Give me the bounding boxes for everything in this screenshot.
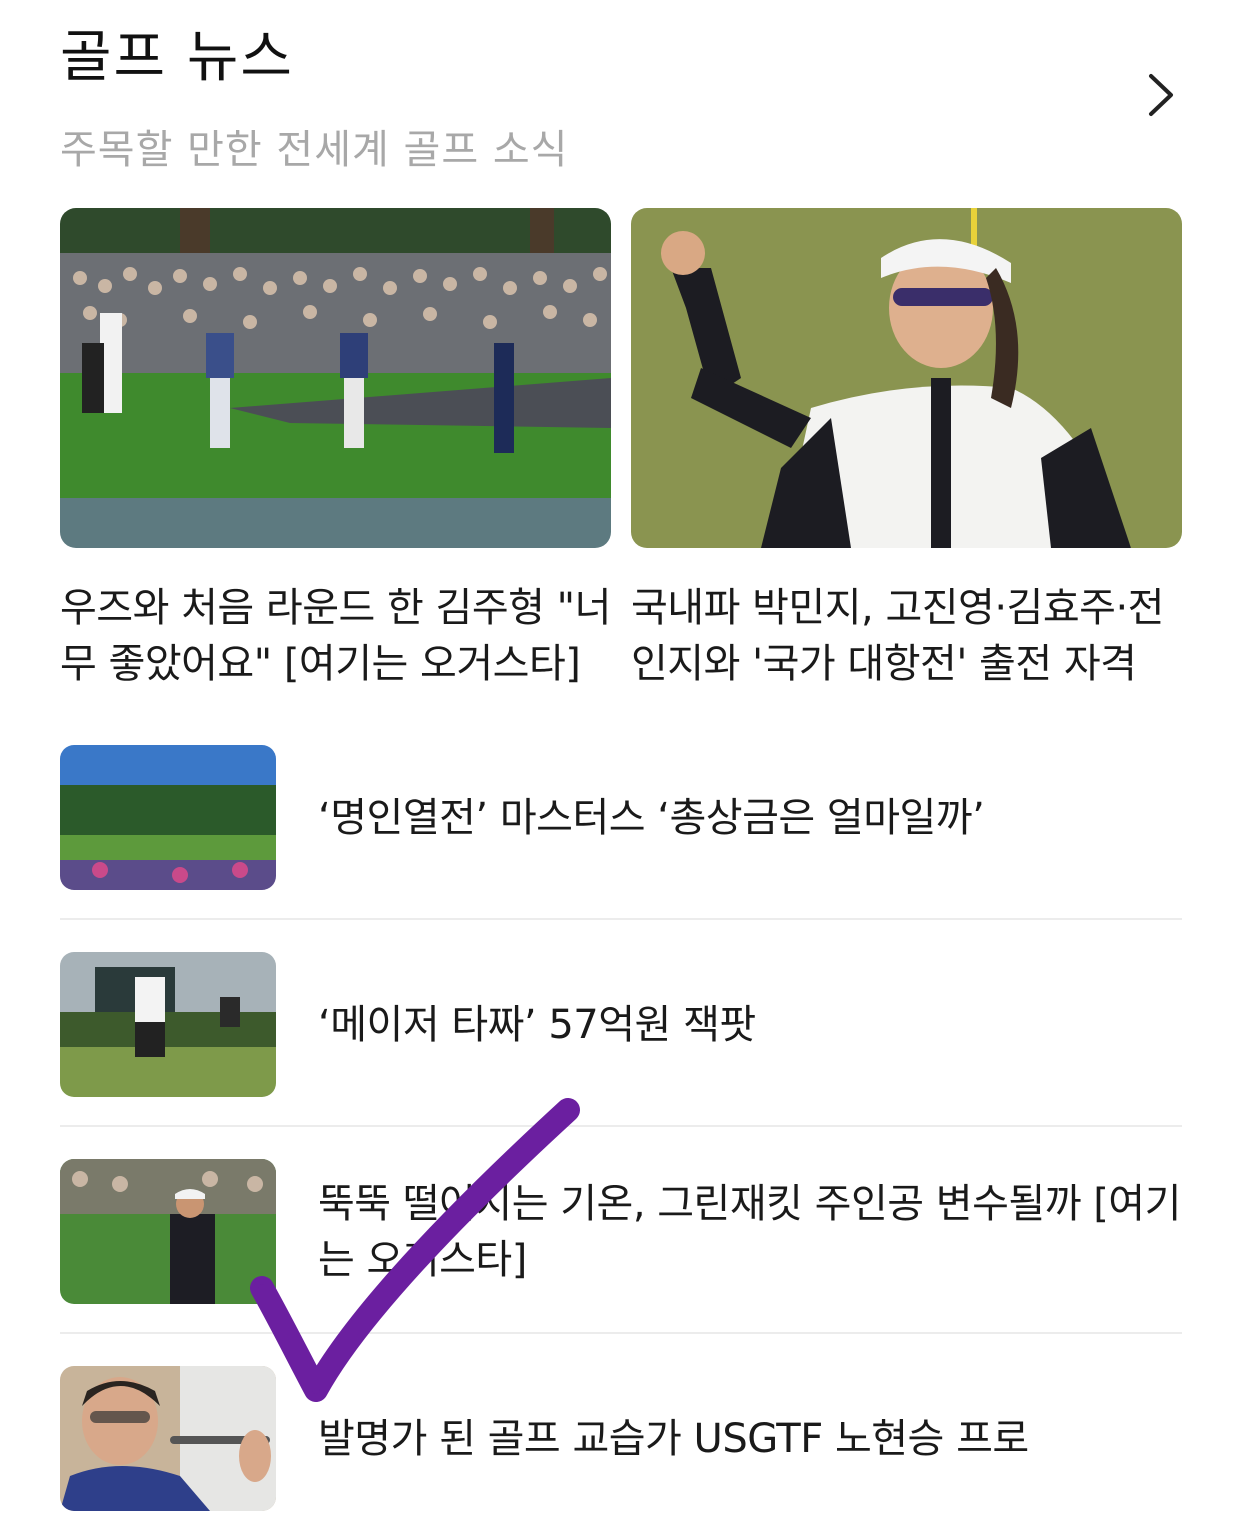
list-item[interactable]: 뚝뚝 떨어지는 기온, 그린재킷 주인공 변수될까 [여기는 오거스타] <box>60 1159 1182 1304</box>
divider <box>60 1332 1182 1334</box>
section-subtitle: 주목할 만한 전세계 골프 소식 <box>60 127 569 173</box>
news-card-image <box>631 208 1182 548</box>
news-card-caption: 국내파 박민지, 고진영·김효주·전인지와 '국가 대항전' 출전 자격 <box>631 585 1164 687</box>
section-title: 골프 뉴스 <box>60 25 294 90</box>
divider <box>60 918 1182 920</box>
list-item-thumbnail <box>60 1159 276 1304</box>
divider <box>60 1125 1182 1127</box>
section-header: 골프 뉴스 주목할 만한 전세계 골프 소식 <box>60 22 1181 172</box>
news-card-image <box>60 208 611 548</box>
list-item-title: ‘메이저 타짜’ 57억원 잭팟 <box>318 1001 756 1048</box>
list-item[interactable]: ‘메이저 타짜’ 57억원 잭팟 <box>60 952 1182 1097</box>
list-item[interactable]: ‘명인열전’ 마스터스 ‘총상금은 얼마일까’ <box>60 745 1182 890</box>
news-card-park-minji[interactable]: 국내파 박민지, 고진영·김효주·전인지와 '국가 대항전' 출전 자격 <box>631 208 1182 692</box>
list-item[interactable]: 발명가 된 골프 교습가 USGTF 노현승 프로 <box>60 1366 1182 1511</box>
news-card-woods[interactable]: 우즈와 처음 라운드 한 김주형 "너무 좋았어요" [여기는 오거스타] <box>60 208 611 692</box>
list-item-thumbnail <box>60 1366 276 1511</box>
list-item-title: ‘명인열전’ 마스터스 ‘총상금은 얼마일까’ <box>318 794 985 841</box>
chevron-right-icon[interactable] <box>1141 68 1181 122</box>
list-item-title: 발명가 된 골프 교습가 USGTF 노현승 프로 <box>318 1415 1029 1462</box>
list-item-thumbnail <box>60 952 276 1097</box>
list-item-thumbnail <box>60 745 276 890</box>
list-item-title: 뚝뚝 떨어지는 기온, 그린재킷 주인공 변수될까 [여기는 오거스타] <box>318 1180 1181 1283</box>
news-card-caption: 우즈와 처음 라운드 한 김주형 "너무 좋았어요" [여기는 오거스타] <box>60 585 611 687</box>
